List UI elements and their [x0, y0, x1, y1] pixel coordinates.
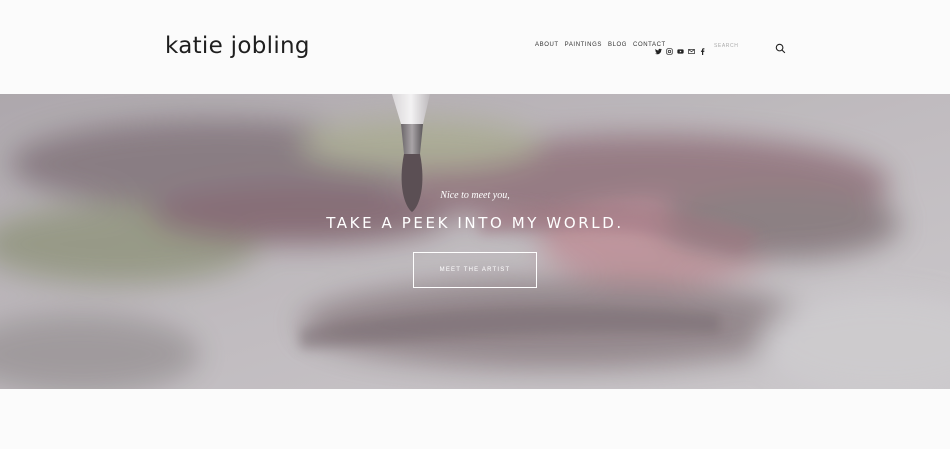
site-header: katie jobling ABOUT PAINTINGS BLOG CONTA…: [0, 0, 950, 94]
nav-item-paintings[interactable]: PAINTINGS: [565, 42, 602, 48]
search-input[interactable]: [714, 41, 770, 51]
facebook-icon[interactable]: [699, 42, 706, 55]
hero-banner: Nice to meet you, TAKE A PEEK INTO MY WO…: [0, 94, 950, 389]
instagram-icon[interactable]: [666, 42, 673, 55]
search-icon[interactable]: [775, 41, 786, 54]
nav-item-blog[interactable]: BLOG: [608, 42, 627, 48]
meet-the-artist-button[interactable]: MEET THE ARTIST: [413, 252, 537, 288]
hero-content: Nice to meet you, TAKE A PEEK INTO MY WO…: [0, 94, 950, 389]
main-nav: ABOUT PAINTINGS BLOG CONTACT: [535, 42, 666, 48]
mail-icon[interactable]: [688, 42, 695, 54]
social-links: [655, 42, 706, 55]
page-content-area: [0, 389, 950, 449]
hero-title: TAKE A PEEK INTO MY WORLD.: [326, 214, 624, 232]
twitter-icon[interactable]: [655, 42, 662, 55]
hero-subtitle: Nice to meet you,: [440, 190, 510, 201]
youtube-icon[interactable]: [677, 42, 684, 54]
site-logo[interactable]: katie jobling: [165, 33, 310, 59]
nav-item-about[interactable]: ABOUT: [535, 42, 559, 48]
